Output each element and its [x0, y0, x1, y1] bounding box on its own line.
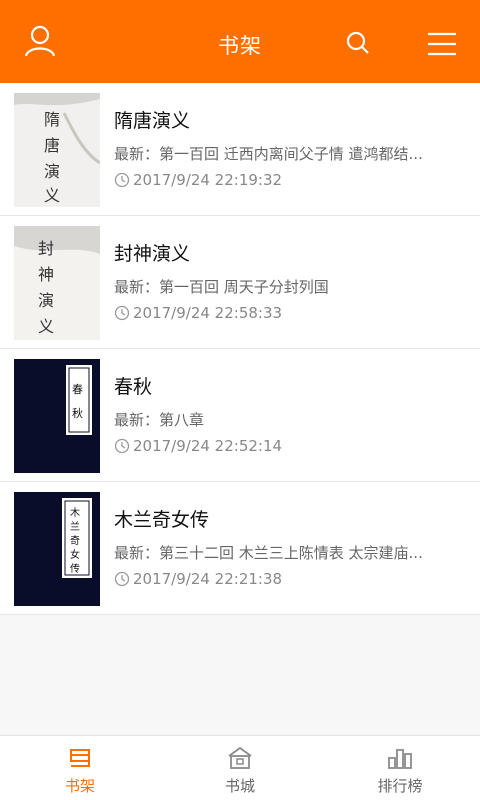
svg-text:义: 义: [38, 317, 54, 336]
update-time-text: 2017/9/24 22:52:14: [133, 437, 283, 455]
menu-icon[interactable]: [422, 24, 462, 64]
page-title: 书架: [218, 34, 262, 58]
update-time-text: 2017/9/24 22:21:38: [133, 570, 283, 588]
svg-text:封: 封: [38, 239, 54, 258]
tab-label: 书城: [224, 777, 255, 795]
svg-text:兰: 兰: [70, 520, 80, 533]
bookshelf-icon: [70, 749, 90, 767]
top-bar: 书架: [0, 0, 480, 83]
ranking-icon: [388, 749, 412, 769]
svg-text:秋: 秋: [72, 406, 83, 420]
clock-icon: [114, 305, 130, 321]
update-time: 2017/9/24 22:58:33: [114, 304, 282, 322]
book-title: 隋唐演义: [114, 110, 191, 132]
book-item[interactable]: 木 兰 奇 女 传 木兰奇女传 最新：第三十二回 木兰三上陈情表 太宗建庙...…: [0, 482, 480, 615]
latest-chapter: 最新：第一百回 周天子分封列国: [114, 278, 329, 296]
book-cover: 封 神 演 义: [14, 226, 100, 340]
book-title: 封神演义: [114, 243, 191, 265]
bottom-nav: 书架 书城 排行榜: [0, 735, 480, 800]
svg-text:隋: 隋: [44, 110, 60, 129]
clock-icon: [114, 172, 130, 188]
clock-icon: [114, 438, 130, 454]
update-time-text: 2017/9/24 22:58:33: [133, 304, 283, 322]
clock-icon: [114, 571, 130, 587]
svg-text:传: 传: [70, 563, 80, 575]
svg-text:义: 义: [44, 186, 60, 205]
book-item[interactable]: 春 秋 春秋 最新：第八章 2017/9/24 22:52:14: [0, 349, 480, 482]
latest-chapter: 最新：第三十二回 木兰三上陈情表 太宗建庙...: [114, 544, 423, 562]
tab-bookshelf[interactable]: 书架: [20, 744, 140, 796]
latest-chapter: 最新：第八章: [114, 411, 205, 429]
book-title: 木兰奇女传: [114, 509, 210, 531]
book-list: 隋 唐 演 义 隋唐演义 最新：第一百回 迁西内离间父子情 遣鸿都结... 20…: [0, 83, 480, 615]
search-icon[interactable]: [338, 24, 378, 64]
svg-text:奇: 奇: [70, 534, 80, 547]
svg-text:女: 女: [70, 548, 80, 561]
update-time: 2017/9/24 22:52:14: [114, 437, 282, 455]
svg-text:神: 神: [38, 265, 54, 284]
svg-text:唐: 唐: [44, 136, 60, 155]
store-icon: [228, 746, 252, 769]
book-cover: 木 兰 奇 女 传: [14, 492, 100, 606]
book-title: 春秋: [114, 376, 153, 398]
tab-label: 书架: [64, 777, 95, 795]
tab-label: 排行榜: [377, 777, 423, 795]
svg-text:演: 演: [38, 291, 54, 310]
latest-chapter: 最新：第一百回 迁西内离间父子情 遣鸿都结...: [114, 145, 423, 163]
book-item[interactable]: 封 神 演 义 封神演义 最新：第一百回 周天子分封列国 2017/9/24 2…: [0, 216, 480, 349]
update-time-text: 2017/9/24 22:19:32: [133, 171, 283, 189]
book-cover: 隋 唐 演 义: [14, 93, 100, 207]
tab-store[interactable]: 书城: [180, 744, 300, 796]
book-item[interactable]: 隋 唐 演 义 隋唐演义 最新：第一百回 迁西内离间父子情 遣鸿都结... 20…: [0, 83, 480, 216]
tab-ranking[interactable]: 排行榜: [340, 744, 460, 796]
svg-text:春: 春: [72, 383, 83, 396]
svg-text:演: 演: [44, 162, 60, 181]
book-cover: 春 秋: [14, 359, 100, 473]
svg-text:木: 木: [70, 507, 80, 519]
update-time: 2017/9/24 22:21:38: [114, 570, 282, 588]
update-time: 2017/9/24 22:19:32: [114, 171, 282, 189]
